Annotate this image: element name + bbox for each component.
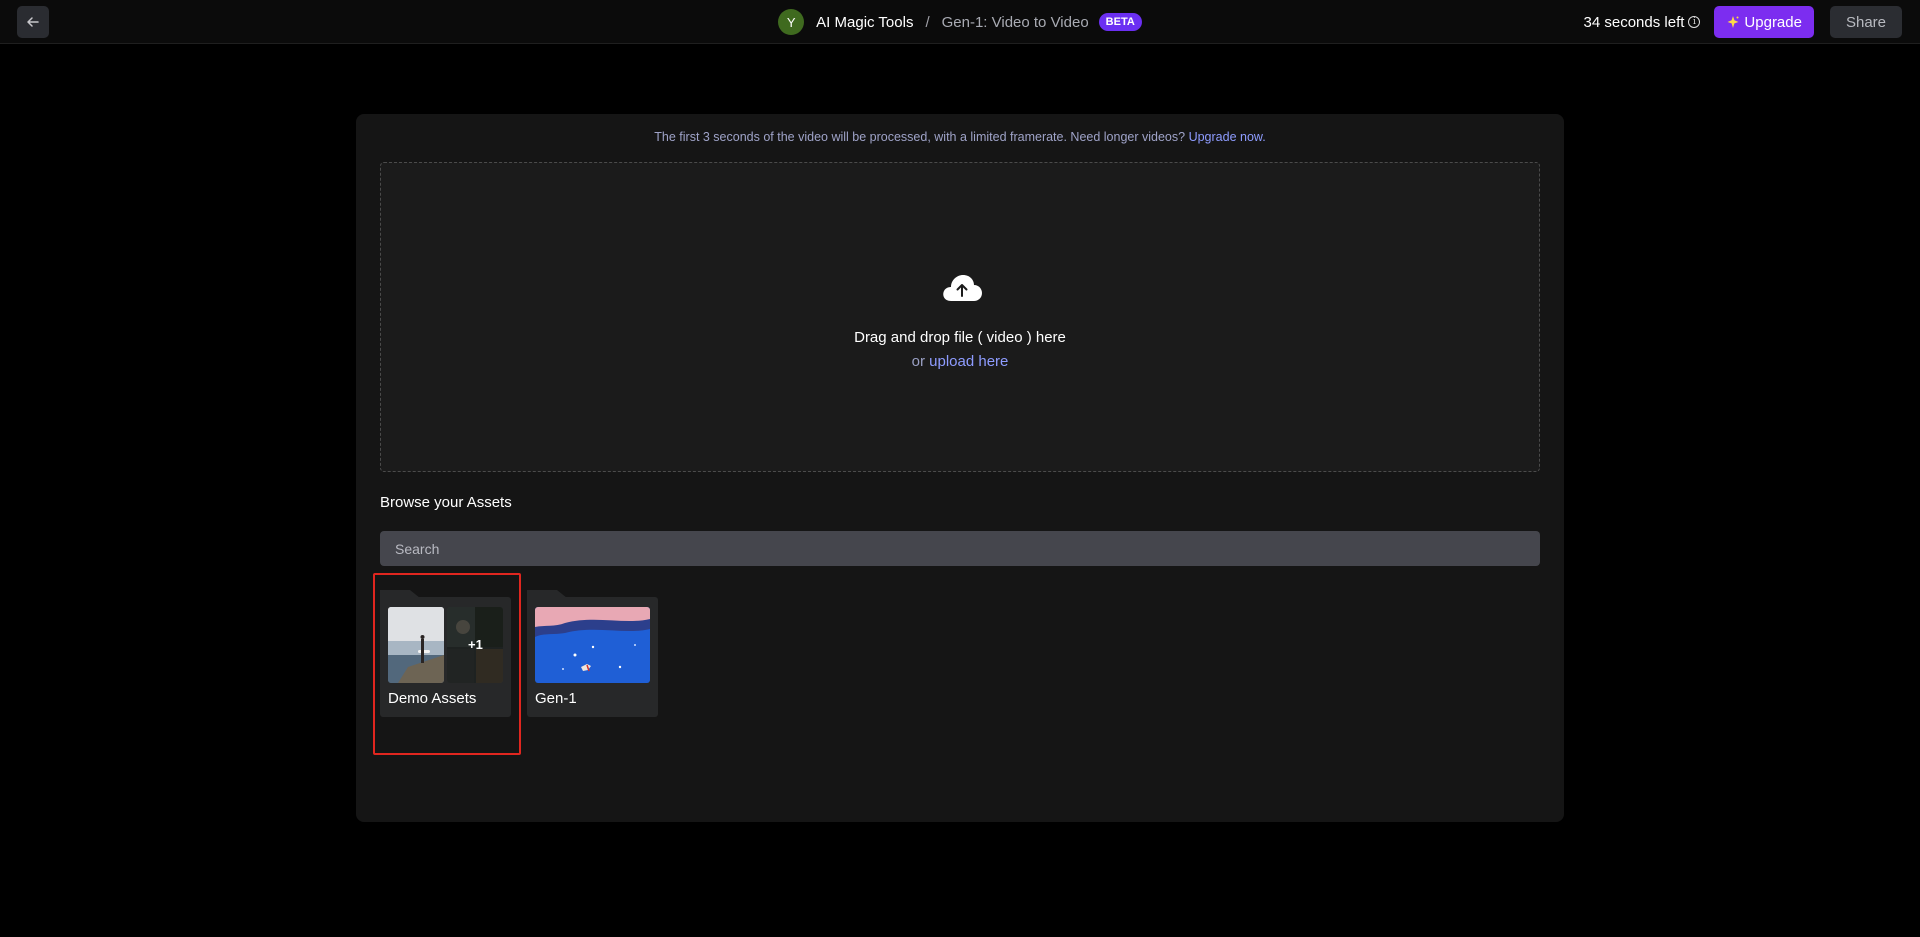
avatar[interactable]: Y xyxy=(778,9,805,35)
upload-here-link[interactable]: upload here xyxy=(929,353,1008,370)
info-icon[interactable]: i xyxy=(1688,16,1701,28)
video-dropzone[interactable]: Drag and drop file ( video ) here or upl… xyxy=(380,162,1540,472)
share-button[interactable]: Share xyxy=(1829,6,1902,38)
thumbnail-pool xyxy=(535,607,650,683)
cloud-upload-icon xyxy=(943,275,982,301)
top-bar: Y AI Magic Tools / Gen-1: Video to Video… xyxy=(0,0,1920,44)
dropzone-title: Drag and drop file ( video ) here xyxy=(854,329,1066,346)
dropzone-subtitle: or upload here xyxy=(381,353,1539,370)
dropzone-or: or xyxy=(911,353,925,370)
upgrade-label: Upgrade xyxy=(1744,13,1802,31)
breadcrumb-root[interactable]: AI Magic Tools xyxy=(816,14,913,31)
thumbnail-surfer xyxy=(388,607,444,683)
time-left-label: 34 seconds left xyxy=(1583,13,1685,31)
time-left: 34 seconds left i xyxy=(1584,14,1701,31)
upload-panel: The first 3 seconds of the video will be… xyxy=(356,114,1564,822)
upgrade-now-link[interactable]: Upgrade now. xyxy=(1189,130,1266,144)
sparkle-icon xyxy=(1727,16,1739,28)
thumbnail-collage: +1 xyxy=(447,607,503,683)
beta-badge: BETA xyxy=(1098,13,1142,31)
browse-assets-title: Browse your Assets xyxy=(380,494,512,511)
folder-name: Demo Assets xyxy=(388,690,477,707)
folder-demo-assets[interactable]: +1 Demo Assets xyxy=(380,590,511,717)
upgrade-button[interactable]: Upgrade xyxy=(1714,6,1814,38)
assets-search-input[interactable] xyxy=(380,531,1540,566)
breadcrumb-separator: / xyxy=(925,13,930,31)
folder-gen-1[interactable]: Gen-1 xyxy=(527,590,658,717)
processing-notice: The first 3 seconds of the video will be… xyxy=(356,130,1564,144)
folder-name: Gen-1 xyxy=(535,690,577,707)
notice-text: The first 3 seconds of the video will be… xyxy=(654,130,1186,144)
extra-count-badge: +1 xyxy=(468,637,483,652)
header-actions: 34 seconds left i Upgrade Share xyxy=(1584,6,1902,38)
breadcrumb-current: Gen-1: Video to Video xyxy=(941,13,1089,31)
